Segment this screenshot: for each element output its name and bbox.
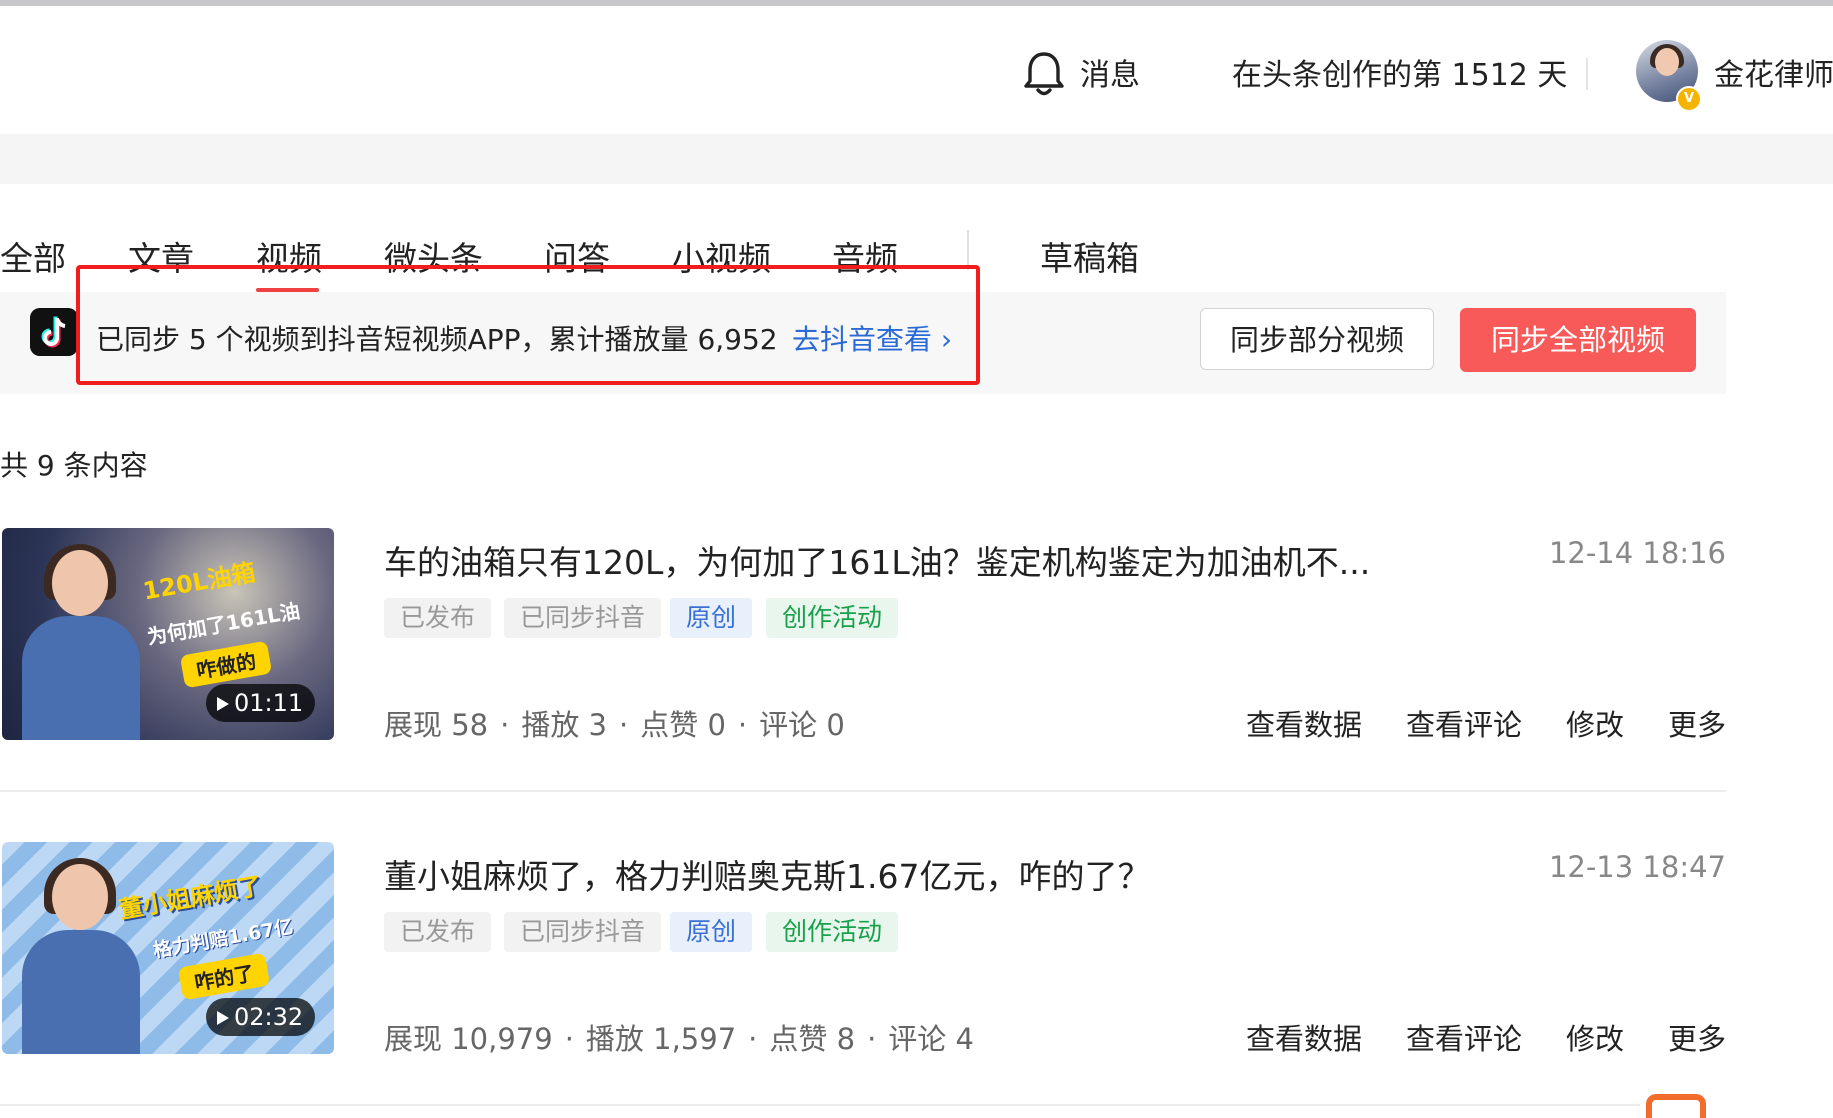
tag-creation-activity: 创作活动	[766, 598, 899, 638]
douyin-sync-banner: 已同步 5 个视频到抖音短视频APP，累计播放量 6,952 去抖音查看 › 同…	[0, 292, 1726, 394]
more-button[interactable]: 更多	[1668, 702, 1726, 744]
item-divider	[0, 790, 1726, 792]
stat-plays: 播放 1,597	[585, 1022, 737, 1056]
tag-synced-douyin: 已同步抖音	[504, 912, 662, 952]
tag-synced-douyin: 已同步抖音	[504, 598, 662, 638]
tab-article[interactable]: 文章	[128, 232, 194, 280]
tab-micro-headline[interactable]: 微头条	[384, 232, 483, 280]
item-date: 12-13 18:47	[1548, 850, 1726, 884]
item-title[interactable]: 车的油箱只有120L，为何加了161L油？鉴定机构鉴定为加油机不...	[384, 536, 1370, 584]
edit-button[interactable]: 修改	[1566, 1016, 1624, 1058]
sync-status-text: 已同步 5 个视频到抖音短视频APP，累计播放量 6,952	[96, 323, 778, 356]
view-data-button[interactable]: 查看数据	[1246, 1016, 1362, 1058]
stat-comments: 评论 0	[759, 708, 845, 742]
item-actions: 查看数据 查看评论 修改 更多	[1202, 702, 1726, 744]
video-thumbnail[interactable]: 董小姐麻烦了 格力判赔1.67亿 咋的了 02:32	[2, 842, 334, 1054]
item-stats: 展现 10,979 · 播放 1,597 · 点赞 8 · 评论 4	[384, 1022, 974, 1056]
view-comments-button[interactable]: 查看评论	[1406, 702, 1522, 744]
tag-published: 已发布	[384, 912, 492, 952]
tag-original: 原创	[670, 598, 753, 638]
play-icon	[217, 1011, 229, 1025]
floating-widget-edge	[1640, 1090, 1830, 1118]
content-panel: 全部 文章 视频 微头条 问答 小视频 音频 草稿箱 已同步 5 个视频到抖音短…	[0, 184, 1820, 1116]
item-stats: 展现 58 · 播放 3 · 点赞 0 · 评论 0	[384, 708, 845, 742]
stat-plays: 播放 3	[521, 708, 608, 742]
widget-icon	[1646, 1094, 1706, 1118]
edit-button[interactable]: 修改	[1566, 702, 1624, 744]
video-duration: 01:11	[206, 684, 316, 722]
thumb-line: 120L油箱	[140, 558, 258, 606]
tab-all[interactable]: 全部	[0, 232, 66, 280]
video-thumbnail[interactable]: 120L油箱 为何加了161L油 咋做的 01:11	[2, 528, 334, 740]
tab-qa[interactable]: 问答	[544, 232, 610, 280]
item-actions: 查看数据 查看评论 修改 更多	[1202, 1016, 1726, 1058]
thumb-line: 格力判赔1.67亿	[151, 915, 295, 963]
stat-comments: 评论 4	[888, 1022, 974, 1056]
header-gap	[0, 134, 1833, 184]
view-on-douyin-link[interactable]: 去抖音查看 ›	[792, 318, 952, 358]
tab-video[interactable]: 视频	[256, 232, 322, 280]
tag-published: 已发布	[384, 598, 492, 638]
tag-creation-activity: 创作活动	[766, 912, 899, 952]
duration-text: 01:11	[234, 689, 304, 717]
item-date: 12-14 18:16	[1548, 536, 1726, 570]
tiktok-logo-icon	[30, 308, 78, 356]
stat-impressions: 展现 58	[384, 708, 489, 742]
thumb-line: 咋的了	[177, 952, 271, 1001]
header-divider	[1586, 58, 1588, 90]
list-item: 董小姐麻烦了 格力判赔1.67亿 咋的了 02:32 董小姐麻烦了，格力判赔奥克…	[0, 842, 1726, 1082]
tab-audio[interactable]: 音频	[832, 232, 898, 280]
duration-text: 02:32	[234, 1003, 304, 1031]
verified-badge-icon: V	[1676, 86, 1702, 112]
play-icon	[217, 697, 229, 711]
thumb-line: 为何加了161L油	[145, 598, 302, 650]
list-item: 120L油箱 为何加了161L油 咋做的 01:11 车的油箱只有120L，为何…	[0, 528, 1726, 768]
tabs-divider	[967, 230, 969, 270]
messages-link[interactable]: 消息	[1080, 50, 1140, 94]
creation-days-text: 在头条创作的第 1512 天	[1232, 58, 1568, 93]
stat-impressions: 展现 10,979	[384, 1022, 553, 1056]
username[interactable]: 金花律师	[1714, 50, 1833, 94]
view-data-button[interactable]: 查看数据	[1246, 702, 1362, 744]
tab-drafts[interactable]: 草稿箱	[1040, 232, 1139, 280]
video-duration: 02:32	[206, 998, 316, 1036]
top-header: 消息 在头条创作的第 1512 天 V 金花律师	[0, 6, 1833, 134]
tag-original: 原创	[670, 912, 753, 952]
sync-partial-button[interactable]: 同步部分视频	[1200, 308, 1434, 370]
view-comments-button[interactable]: 查看评论	[1406, 1016, 1522, 1058]
tab-short-video[interactable]: 小视频	[672, 232, 771, 280]
presenter-figure	[22, 544, 142, 740]
stat-likes: 点赞 0	[640, 708, 726, 742]
stat-likes: 点赞 8	[769, 1022, 856, 1056]
more-button[interactable]: 更多	[1668, 1016, 1726, 1058]
thumb-line: 咋做的	[179, 640, 273, 689]
item-divider	[0, 1104, 1726, 1106]
sync-all-button[interactable]: 同步全部视频	[1460, 308, 1696, 372]
content-count: 共 9 条内容	[0, 449, 148, 482]
bell-icon[interactable]	[1022, 50, 1066, 98]
item-title[interactable]: 董小姐麻烦了，格力判赔奥克斯1.67亿元，咋的了？	[384, 850, 1150, 898]
